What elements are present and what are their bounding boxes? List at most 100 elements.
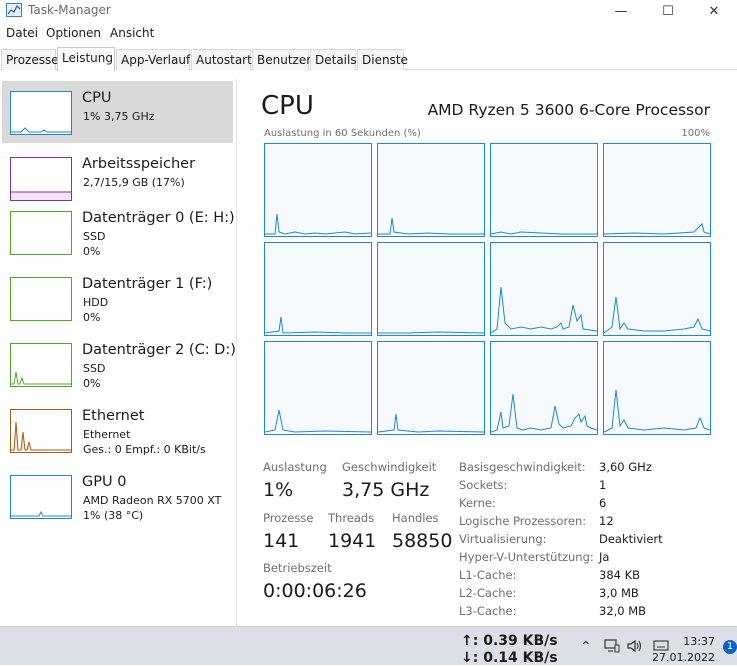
clock-time[interactable]: 13:37 <box>683 635 715 648</box>
speaker-icon[interactable] <box>627 639 643 657</box>
detail-label: Basisgeschwindigkeit: <box>459 460 586 474</box>
detail-value: 32,0 MB <box>599 604 647 618</box>
detail-label: L3-Cache: <box>459 604 517 618</box>
detail-label: Sockets: <box>459 478 508 492</box>
minimize-button[interactable]: — <box>598 0 644 22</box>
resource-name: Datenträger 1 (F:) <box>82 276 213 292</box>
detail-value: 3,0 MB <box>599 586 639 600</box>
resource-usage: 1% (38 °C) <box>83 509 144 522</box>
tab-leistung[interactable]: Leistung <box>57 47 115 71</box>
resource-name: CPU <box>82 90 112 106</box>
download-speed: ↓: 0.14 KB/s <box>461 650 558 666</box>
resource-usage: Ges.: 0 Empf.: 0 KBit/s <box>83 443 206 456</box>
speed-label: Geschwindigkeit <box>342 460 437 474</box>
menu-ansicht[interactable]: Ansicht <box>110 26 154 40</box>
resource-name: Arbeitsspeicher <box>82 156 196 172</box>
resource-name: GPU 0 <box>82 474 127 490</box>
threads-value: 1941 <box>328 530 377 552</box>
core-graph <box>490 143 598 237</box>
title-bar: Task-Manager — ☐ ✕ <box>0 0 737 22</box>
menu-datei[interactable]: Datei <box>6 26 38 40</box>
resource-disk-0[interactable]: Datenträger 0 (E: H:) SSD 0% <box>2 201 235 263</box>
close-button[interactable]: ✕ <box>691 0 737 22</box>
network-icon[interactable] <box>604 639 620 657</box>
handles-value: 58850 <box>392 530 453 552</box>
detail-value: 3,60 GHz <box>599 460 652 474</box>
window-title: Task-Manager <box>28 3 111 17</box>
resource-type: HDD <box>83 296 109 309</box>
maximize-button[interactable]: ☐ <box>645 0 691 22</box>
disk-graph-icon <box>10 343 72 387</box>
clock-date[interactable]: 27.01.2022 <box>652 651 715 664</box>
cpu-detail-panel: CPU AMD Ryzen 5 3600 6-Core Processor Au… <box>240 79 737 626</box>
detail-value: Deaktiviert <box>599 532 663 546</box>
detail-label: Logische Prozessoren: <box>459 514 587 528</box>
detail-value: 1 <box>599 478 607 492</box>
tab-bar: Prozesse Leistung App-Verlauf Autostart … <box>0 47 737 71</box>
core-graph <box>603 242 711 336</box>
speed-value: 3,75 GHz <box>342 479 430 501</box>
core-graph <box>264 242 372 336</box>
tab-prozesse[interactable]: Prozesse <box>1 49 59 70</box>
resource-list: CPU 1% 3,75 GHz Arbeitsspeicher 2,7/15,9… <box>0 79 240 626</box>
tab-details[interactable]: Details <box>310 49 357 70</box>
chevron-up-icon[interactable]: ⌃ <box>580 639 592 655</box>
resource-ethernet[interactable]: Ethernet Ethernet Ges.: 0 Empf.: 0 KBit/… <box>2 399 233 461</box>
core-graph <box>490 341 598 435</box>
core-graph <box>603 143 711 237</box>
resource-gpu-0[interactable]: GPU 0 AMD Radeon RX 5700 XT 1% (38 °C) <box>2 465 233 527</box>
cpu-model: AMD Ryzen 5 3600 6-Core Processor <box>427 101 710 119</box>
processes-label: Prozesse <box>263 511 314 525</box>
network-speed-widget[interactable]: ↑: 0.39 KB/s ↓: 0.14 KB/s <box>461 633 558 667</box>
detail-label: L2-Cache: <box>459 586 517 600</box>
notification-badge[interactable]: 1 <box>723 640 737 654</box>
detail-value: Ja <box>599 550 610 564</box>
core-graph <box>264 341 372 435</box>
resource-usage: 0% <box>83 377 101 390</box>
detail-label: Kerne: <box>459 496 496 510</box>
handles-label: Handles <box>392 511 439 525</box>
tab-dienste[interactable]: Dienste <box>357 49 408 70</box>
graph-max-label: 100% <box>681 128 710 139</box>
uptime-label: Betriebszeit <box>263 561 332 575</box>
upload-speed: ↑: 0.39 KB/s <box>461 633 558 649</box>
threads-label: Threads <box>328 511 375 525</box>
core-graph-grid <box>264 143 712 436</box>
utilization-value: 1% <box>263 479 294 501</box>
detail-label: Virtualisierung: <box>459 532 547 546</box>
core-graph <box>377 242 485 336</box>
detail-label: Hyper-V-Unterstützung: <box>459 550 594 564</box>
menu-optionen[interactable]: Optionen <box>46 26 101 40</box>
resource-name: Datenträger 0 (E: H:) <box>82 210 235 226</box>
resource-type: Ethernet <box>83 428 131 441</box>
menu-bar: Datei Optionen Ansicht <box>0 26 737 44</box>
disk-graph-icon <box>10 277 72 321</box>
resource-name: Datenträger 2 (C: D:) <box>82 342 236 358</box>
resource-disk-2[interactable]: Datenträger 2 (C: D:) SSD 0% <box>2 333 236 395</box>
processes-value: 141 <box>263 530 300 552</box>
core-graph <box>264 143 372 237</box>
tab-benutzer[interactable]: Benutzer <box>252 49 311 70</box>
detail-value: 384 KB <box>599 568 641 582</box>
gpu-graph-icon <box>10 475 72 519</box>
resource-disk-1[interactable]: Datenträger 1 (F:) HDD 0% <box>2 267 233 329</box>
page-title: CPU <box>261 91 314 121</box>
detail-value: 12 <box>599 514 614 528</box>
core-graph <box>377 341 485 435</box>
uptime-value: 0:00:06:26 <box>263 580 367 602</box>
core-graph <box>603 341 711 435</box>
disk-graph-icon <box>10 211 72 255</box>
resource-usage: 0% <box>83 311 101 324</box>
taskbar: ↑: 0.39 KB/s ↓: 0.14 KB/s ⌃ 13:37 27.01.… <box>0 626 737 667</box>
tab-app-verlauf[interactable]: App-Verlauf <box>116 49 190 70</box>
graph-caption: Auslastung in 60 Sekunden (%) <box>264 128 421 139</box>
cpu-graph-icon <box>10 91 72 135</box>
resource-model: AMD Radeon RX 5700 XT <box>83 494 222 507</box>
resource-cpu[interactable]: CPU 1% 3,75 GHz <box>2 81 233 143</box>
tab-autostart[interactable]: Autostart <box>191 49 252 70</box>
core-graph <box>377 143 485 237</box>
resource-name: Ethernet <box>82 408 145 424</box>
utilization-label: Auslastung <box>263 460 327 474</box>
task-manager-icon <box>6 3 22 17</box>
resource-memory[interactable]: Arbeitsspeicher 2,7/15,9 GB (17%) <box>2 147 233 209</box>
